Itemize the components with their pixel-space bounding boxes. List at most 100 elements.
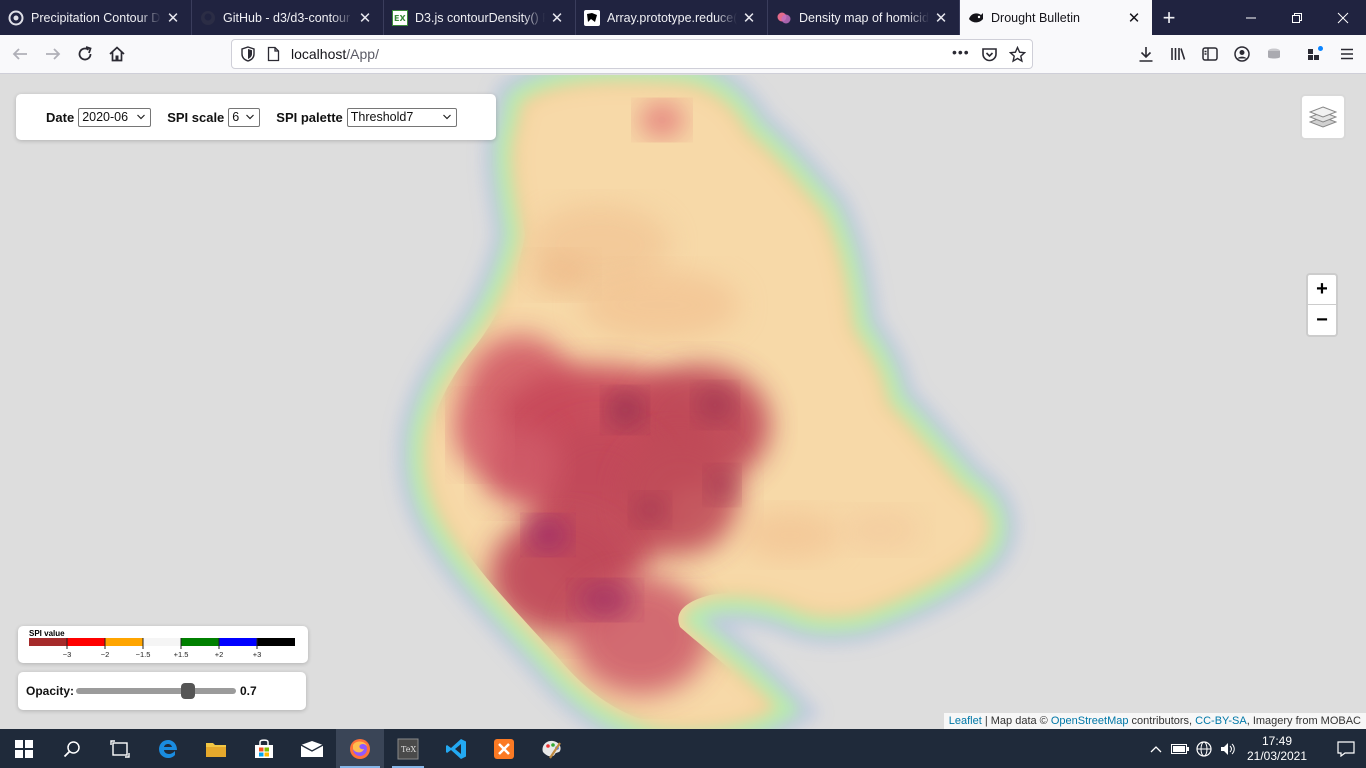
shield-icon[interactable]	[234, 46, 262, 62]
leaflet-link[interactable]: Leaflet	[949, 715, 982, 727]
reload-icon[interactable]	[70, 40, 100, 68]
spi-palette-label: SPI palette	[276, 109, 343, 125]
github-favicon-icon	[200, 10, 216, 26]
osm-link[interactable]: OpenStreetMap	[1051, 715, 1129, 727]
notifications-icon[interactable]	[1326, 740, 1366, 757]
spi-palette-select-value: Threshold7	[350, 110, 414, 124]
map-container[interactable]: Date 2020-06 SPI scale 6 SPI palette Thr…	[0, 75, 1366, 729]
close-tab-icon[interactable]: ✕	[741, 9, 757, 27]
page-actions-menu-icon[interactable]: •••	[952, 44, 970, 60]
system-tray: 17:49 21/03/2021	[1144, 729, 1366, 768]
tab-title: Precipitation Contour De	[31, 10, 161, 25]
drought-hotspot	[640, 104, 684, 136]
restore-icon[interactable]	[1274, 0, 1320, 35]
battery-icon[interactable]	[1168, 743, 1192, 754]
layers-control-button[interactable]	[1300, 94, 1346, 140]
back-icon[interactable]	[5, 40, 35, 68]
minimize-icon[interactable]	[1228, 0, 1274, 35]
firefox-icon[interactable]	[336, 729, 384, 768]
svg-text:TeX: TeX	[401, 745, 416, 754]
date-select[interactable]: 2020-06	[78, 107, 152, 127]
downloads-icon[interactable]	[1131, 40, 1161, 68]
extensions-icon[interactable]	[1300, 40, 1330, 68]
texmaker-icon[interactable]: TeX	[384, 729, 432, 768]
chevron-down-icon	[246, 114, 255, 119]
legend-swatch	[29, 638, 67, 646]
legend-swatch	[67, 638, 105, 646]
network-globe-icon[interactable]	[1192, 740, 1216, 757]
search-icon[interactable]	[48, 729, 96, 768]
clock-date: 21/03/2021	[1246, 748, 1308, 763]
spi-scale-label: SPI scale	[167, 109, 225, 125]
close-tab-icon[interactable]: ✕	[1126, 9, 1142, 27]
xampp-icon[interactable]	[480, 729, 528, 768]
attribution-imagery: , Imagery from MOBAC	[1246, 715, 1361, 727]
drought-hotspot	[708, 469, 736, 501]
edge-icon[interactable]	[144, 729, 192, 768]
tab-d3-contourdensity[interactable]: EX D3.js contourDensity() Fu ✕	[384, 0, 576, 35]
chevron-up-icon[interactable]	[1144, 745, 1168, 753]
zoom-in-button[interactable]: +	[1308, 275, 1336, 305]
drought-hotspot	[577, 584, 633, 616]
tab-title: Density map of homicide	[799, 10, 929, 25]
url-host: localhost	[291, 46, 347, 62]
zoom-control: + −	[1306, 273, 1338, 337]
tab-drought-bulletin[interactable]: Drought Bulletin ✕	[960, 0, 1152, 35]
forward-icon[interactable]	[38, 40, 68, 68]
page-info-icon[interactable]	[262, 46, 284, 62]
legend-tick-label: −3	[63, 650, 72, 659]
spi-palette-select[interactable]: Threshold7	[346, 107, 457, 127]
date-select-value: 2020-06	[82, 110, 129, 124]
tab-array-reduce[interactable]: Array.prototype.reduce() ✕	[576, 0, 768, 35]
tab-github-d3-contour[interactable]: GitHub - d3/d3-contour ✕	[192, 0, 384, 35]
mail-icon[interactable]	[288, 729, 336, 768]
legend-swatch	[105, 638, 143, 646]
browser-nav-bar: localhost/App/ •••	[0, 35, 1366, 74]
close-window-icon[interactable]	[1320, 0, 1366, 35]
close-tab-icon[interactable]: ✕	[357, 9, 373, 27]
vscode-icon[interactable]	[432, 729, 480, 768]
system-clock[interactable]: 17:49 21/03/2021	[1240, 734, 1314, 764]
zoom-out-button[interactable]: −	[1308, 305, 1336, 335]
bookmark-star-icon[interactable]	[1008, 45, 1027, 66]
mdn-favicon-icon	[584, 9, 600, 26]
license-link[interactable]: CC-BY-SA	[1195, 715, 1247, 727]
task-view-icon[interactable]	[96, 729, 144, 768]
extension-container-icon[interactable]	[1259, 40, 1289, 68]
url-path: /App/	[346, 46, 379, 62]
tab-precipitation-contour[interactable]: Precipitation Contour De ✕	[0, 0, 192, 35]
window-controls	[1228, 0, 1366, 35]
close-tab-icon[interactable]: ✕	[549, 9, 565, 27]
new-tab-button[interactable]: +	[1152, 0, 1186, 35]
map-attribution: Leaflet | Map data © OpenStreetMap contr…	[943, 713, 1366, 729]
opacity-slider-track[interactable]	[76, 683, 236, 699]
map-controls-panel: Date 2020-06 SPI scale 6 SPI palette Thr…	[16, 94, 496, 140]
opacity-slider-thumb[interactable]	[181, 683, 195, 699]
precipitation-favicon-icon	[8, 10, 24, 26]
sidebar-icon[interactable]	[1195, 40, 1225, 68]
browser-tab-bar: Precipitation Contour De ✕ GitHub - d3/d…	[0, 0, 1366, 35]
url-bar[interactable]: localhost/App/ •••	[231, 39, 1033, 69]
drought-hotspot	[530, 255, 590, 295]
close-tab-icon[interactable]: ✕	[933, 9, 949, 27]
library-icon[interactable]	[1163, 40, 1193, 68]
close-tab-icon[interactable]: ✕	[165, 9, 181, 27]
volume-icon[interactable]	[1216, 742, 1240, 756]
drought-hotspot	[634, 496, 666, 524]
paint-icon[interactable]	[528, 729, 576, 768]
file-explorer-icon[interactable]	[192, 729, 240, 768]
account-icon[interactable]	[1227, 40, 1257, 68]
legend-tick-label: +2	[215, 650, 224, 659]
pocket-icon[interactable]	[981, 46, 998, 66]
tab-title: D3.js contourDensity() Fu	[415, 10, 545, 25]
store-icon[interactable]	[240, 729, 288, 768]
opacity-control: Opacity: 0.7	[18, 672, 306, 710]
spi-scale-select[interactable]: 6	[228, 107, 261, 127]
tab-density-map-homicide[interactable]: Density map of homicide ✕	[768, 0, 960, 35]
drought-hotspot	[840, 510, 920, 550]
home-icon[interactable]	[102, 40, 132, 68]
start-icon[interactable]	[0, 729, 48, 768]
app-menu-icon[interactable]	[1332, 40, 1362, 68]
legend-tick-label: −1.5	[136, 650, 151, 659]
svg-text:EX: EX	[394, 14, 406, 23]
